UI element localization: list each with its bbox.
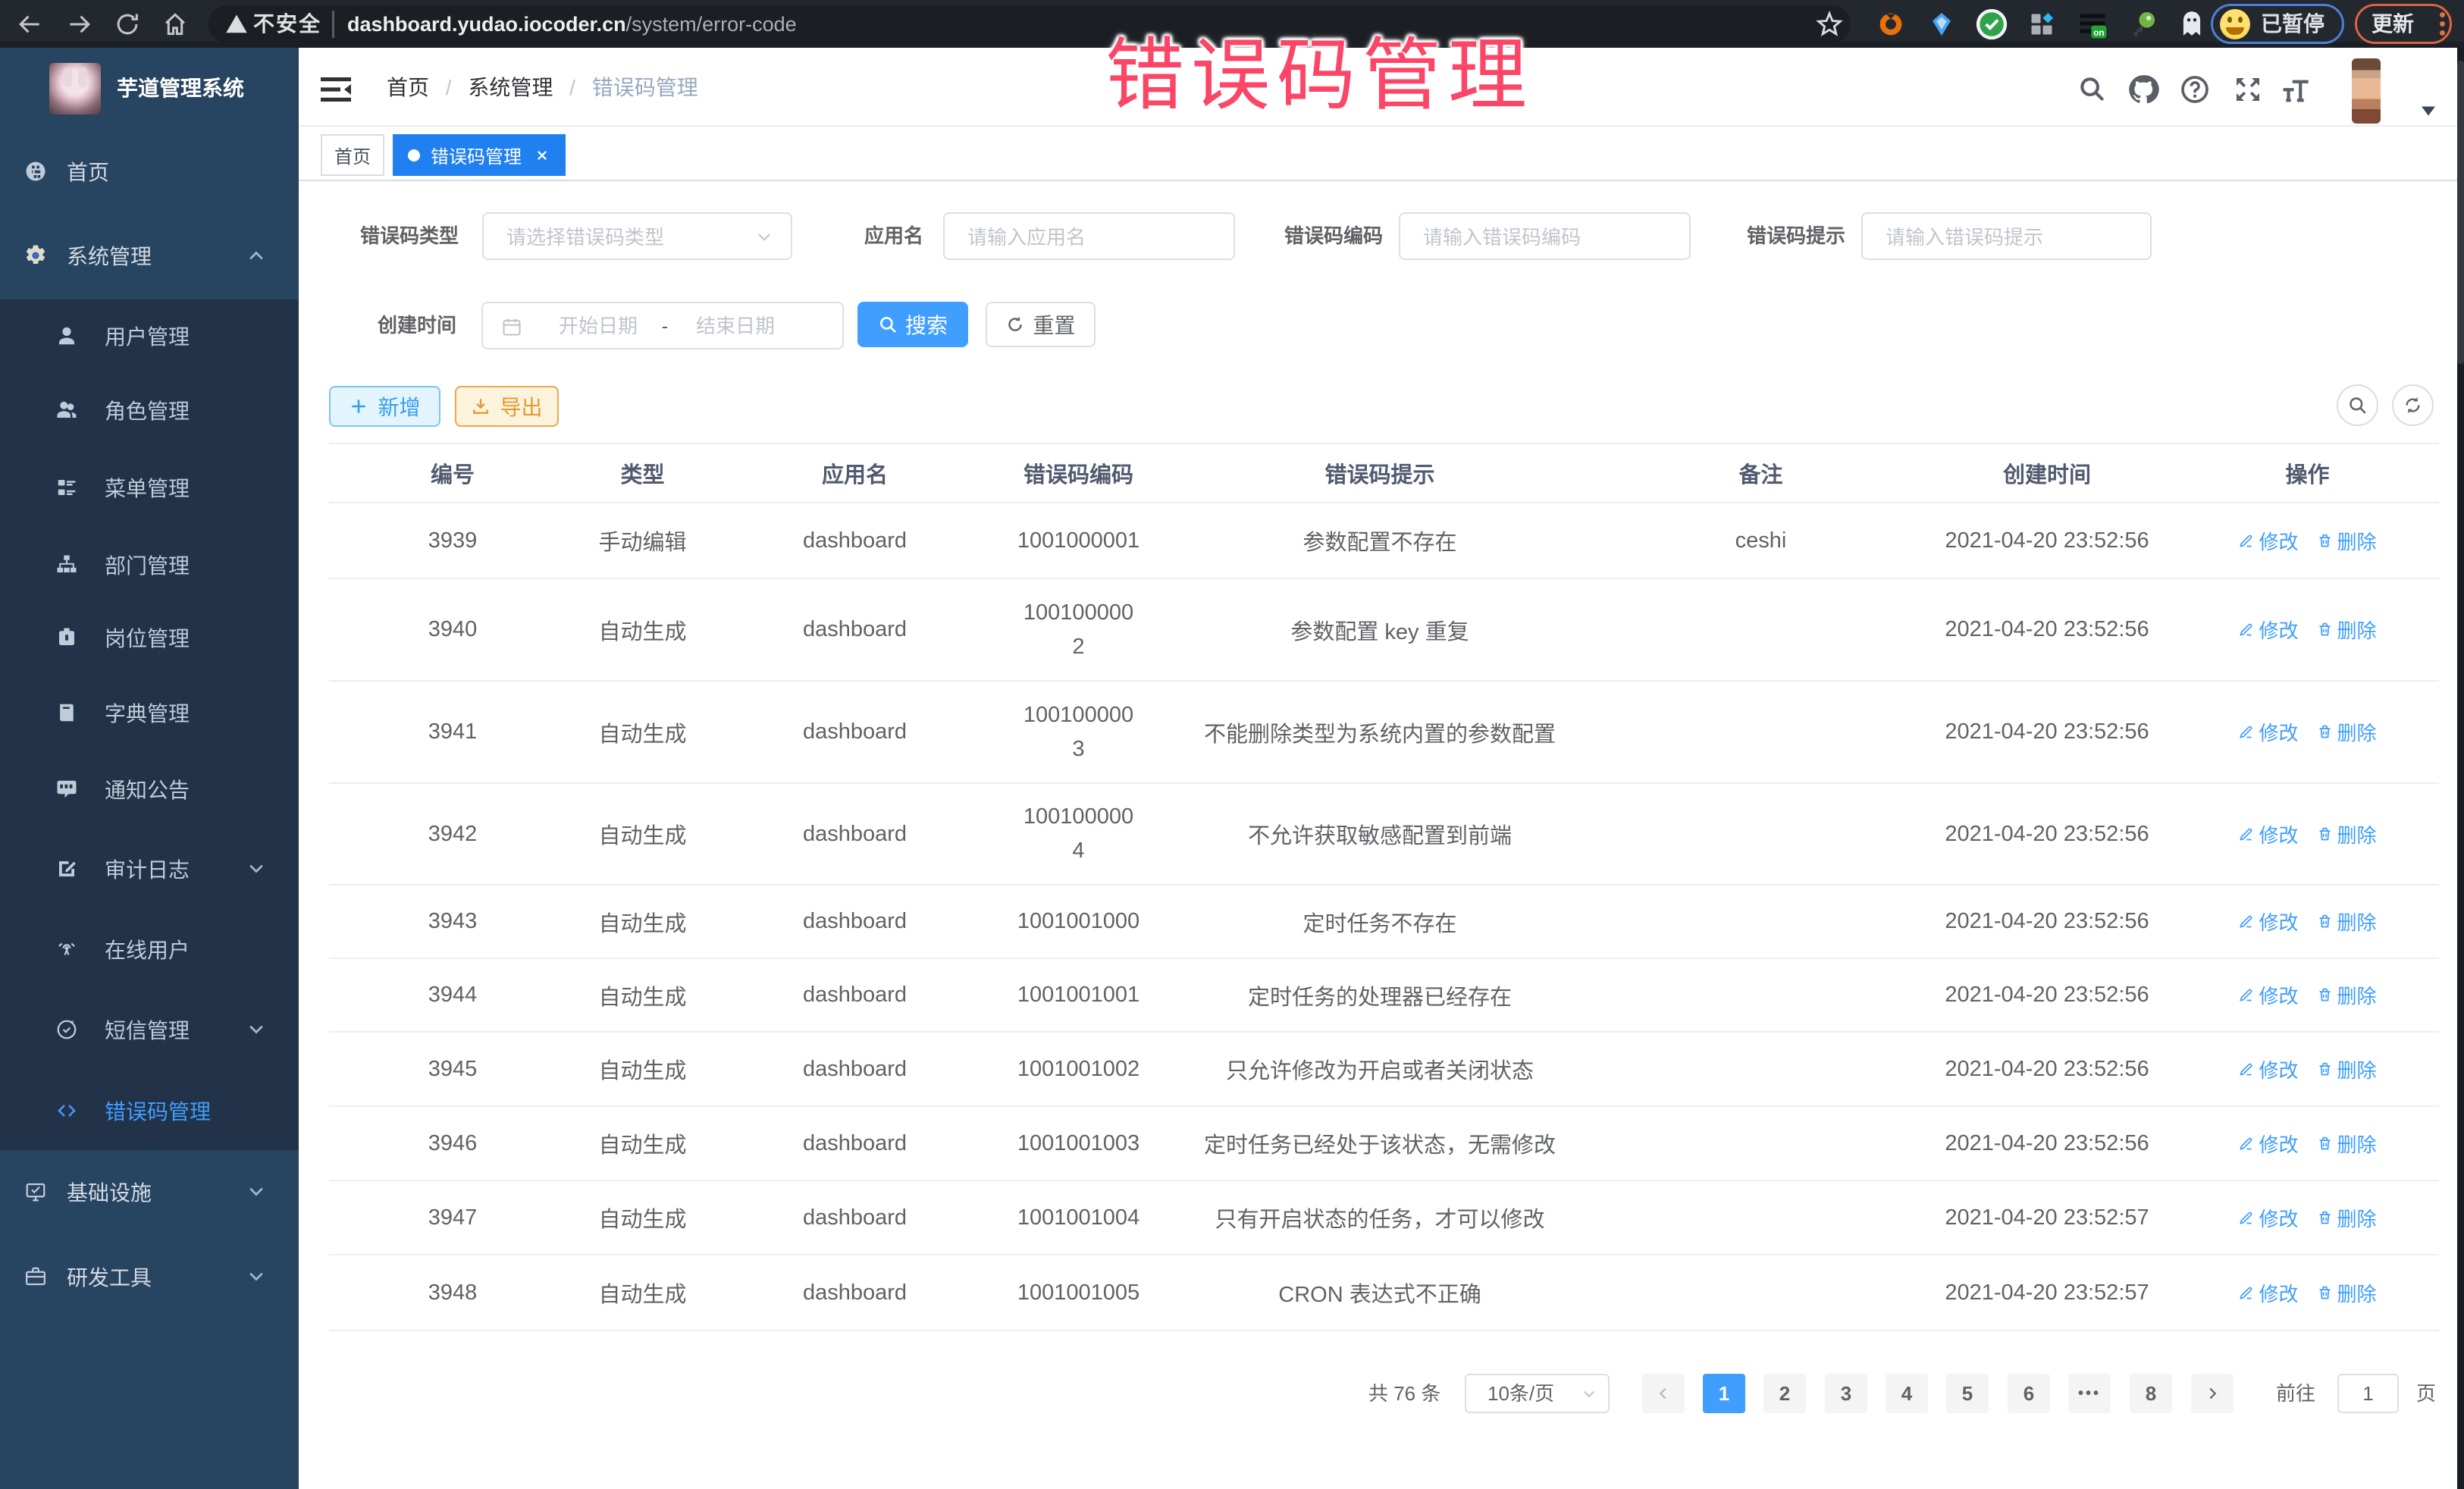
svg-text:on: on [2093, 28, 2104, 38]
